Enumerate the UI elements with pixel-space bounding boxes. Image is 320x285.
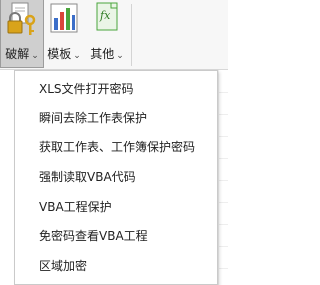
crack-button[interactable]: 破解 ⌄ [0,0,44,68]
menu-item-vba-project-protect[interactable]: VBA工程保护 [15,193,217,221]
template-button[interactable]: 模板 ⌄ [45,0,83,68]
menu-item-force-read-vba[interactable]: 强制读取VBA代码 [15,163,217,191]
other-button-label: 其他 ⌄ [90,47,124,61]
ribbon: 破解 ⌄ 模板 ⌄ fx 其他 ⌄ [0,0,228,70]
spreadsheet-template-icon [45,0,83,40]
menu-item-range-encrypt[interactable]: 区域加密 [15,252,217,280]
crack-dropdown-menu: XLS文件打开密码 瞬间去除工作表保护 获取工作表、工作簿保护密码 强制读取VB… [14,70,218,285]
menu-item-get-protection-password[interactable]: 获取工作表、工作簿保护密码 [15,133,217,161]
chevron-down-icon: ⌄ [31,51,39,61]
lock-key-icon [1,0,43,40]
fx-function-icon: fx [86,0,128,40]
crack-button-label: 破解 ⌄ [5,47,39,61]
template-button-label: 模板 ⌄ [47,47,81,61]
menu-item-xls-open-password[interactable]: XLS文件打开密码 [15,75,217,103]
chevron-down-icon: ⌄ [73,51,81,61]
ribbon-separator [131,4,132,66]
other-button[interactable]: fx 其他 ⌄ [86,0,128,68]
svg-text:fx: fx [99,9,111,22]
menu-item-view-vba-without-password[interactable]: 免密码查看VBA工程 [15,222,217,250]
menu-item-remove-sheet-protection[interactable]: 瞬间去除工作表保护 [15,104,217,132]
app-root: 破解 ⌄ 模板 ⌄ fx 其他 ⌄ XLS文件打开密码 瞬间去除工作表保护 获取… [0,0,228,285]
chevron-down-icon: ⌄ [116,51,124,61]
sheet-grid-background [218,70,228,285]
